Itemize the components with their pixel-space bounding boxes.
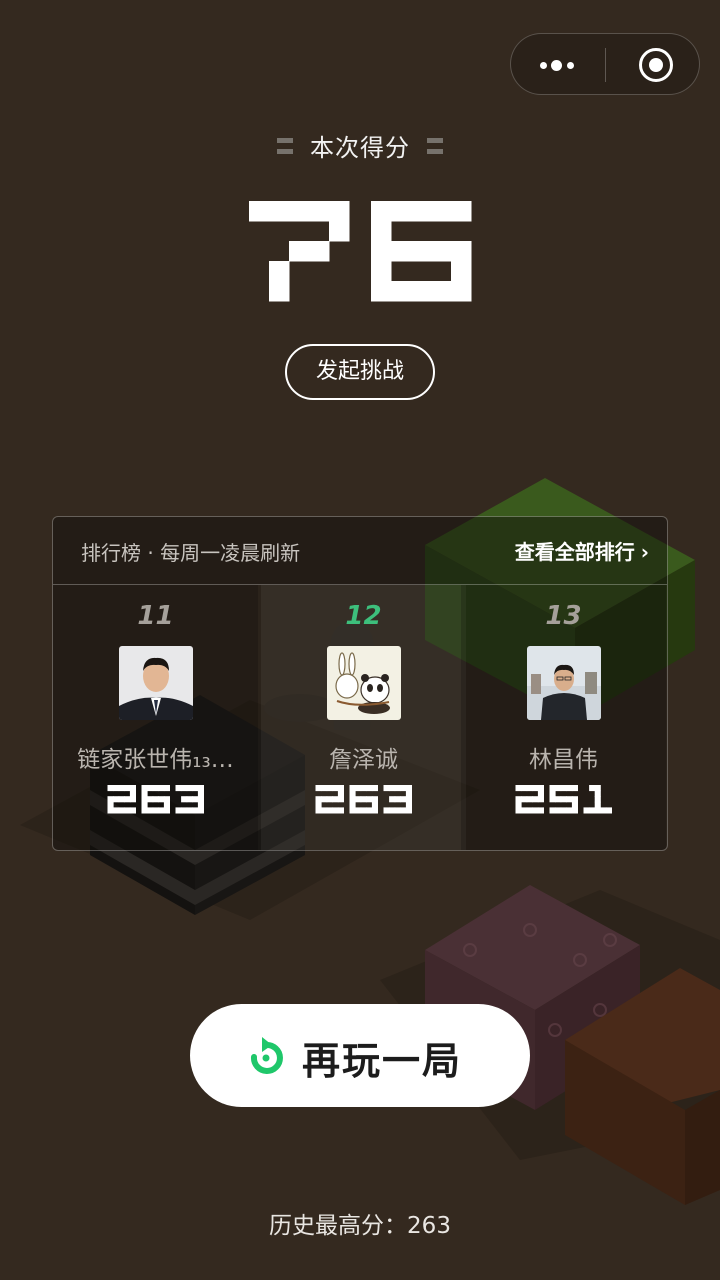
score-digit-3 (383, 785, 412, 814)
score-digit-2 (515, 785, 544, 814)
entry-name: 链家张世伟₁₃… (77, 747, 234, 773)
entry-score (261, 783, 466, 819)
leaderboard-title: 排行榜 · 每周一凌晨刷新 (81, 541, 301, 565)
score-digit-6 (349, 785, 378, 814)
entry-score (461, 783, 666, 819)
view-all-rankings-link[interactable]: 查看全部排行 › (515, 536, 649, 565)
leaderboard-entry[interactable]: 13 林昌伟 (461, 585, 666, 850)
avatar (527, 646, 601, 720)
score-digit-6 (141, 785, 170, 814)
replay-icon (250, 1037, 283, 1074)
score-digit-5 (549, 785, 578, 814)
leaderboard-entry-self[interactable]: 12 詹泽诚 (261, 585, 466, 850)
current-score-digits (249, 201, 472, 302)
replay-button[interactable]: 再玩一局 (190, 1004, 530, 1107)
entry-name: 林昌伟 (529, 747, 598, 773)
chevron-right-icon: › (640, 540, 649, 564)
score-digit-1 (583, 785, 612, 814)
entry-name: 詹泽诚 (329, 747, 398, 773)
score-heading: 本次得分 (0, 128, 720, 164)
entry-rank: 12 (345, 601, 382, 631)
leaderboard-header: 排行榜 · 每周一凌晨刷新 查看全部排行 › (53, 517, 667, 585)
best-score: 历史最高分：263 (269, 1213, 451, 1239)
avatar (119, 646, 193, 720)
view-all-label: 查看全部排行 (514, 540, 635, 564)
entry-rank: 13 (545, 601, 582, 631)
leaderboard-panel: 排行榜 · 每周一凌晨刷新 查看全部排行 › 11 链家张世伟₁₃… 12 詹泽… (52, 516, 668, 851)
score-title: 本次得分 (310, 134, 410, 162)
mini-program-capsule (510, 33, 700, 95)
target-circle-icon[interactable] (639, 48, 673, 82)
replay-label: 再玩一局 (302, 1039, 463, 1083)
entry-rank: 11 (137, 601, 174, 631)
entry-score (53, 783, 258, 819)
game-over-screen: 本次得分 发起挑战 排行榜 · 每周一凌晨刷新 查看全部排行 › 11 链家张世… (0, 0, 720, 1280)
score-digit-7 (249, 201, 350, 302)
capsule-divider (605, 48, 606, 82)
more-dots-icon[interactable] (511, 34, 606, 94)
decor-bars-right (427, 137, 444, 154)
current-score (0, 196, 720, 306)
challenge-button[interactable]: 发起挑战 (285, 344, 435, 400)
avatar (327, 646, 401, 720)
score-digit-2 (315, 785, 344, 814)
score-digit-6 (371, 201, 472, 302)
score-digit-3 (175, 785, 204, 814)
score-digit-2 (107, 785, 136, 814)
leaderboard-entry[interactable]: 11 链家张世伟₁₃… (53, 585, 258, 850)
decor-bars-left (276, 137, 293, 154)
